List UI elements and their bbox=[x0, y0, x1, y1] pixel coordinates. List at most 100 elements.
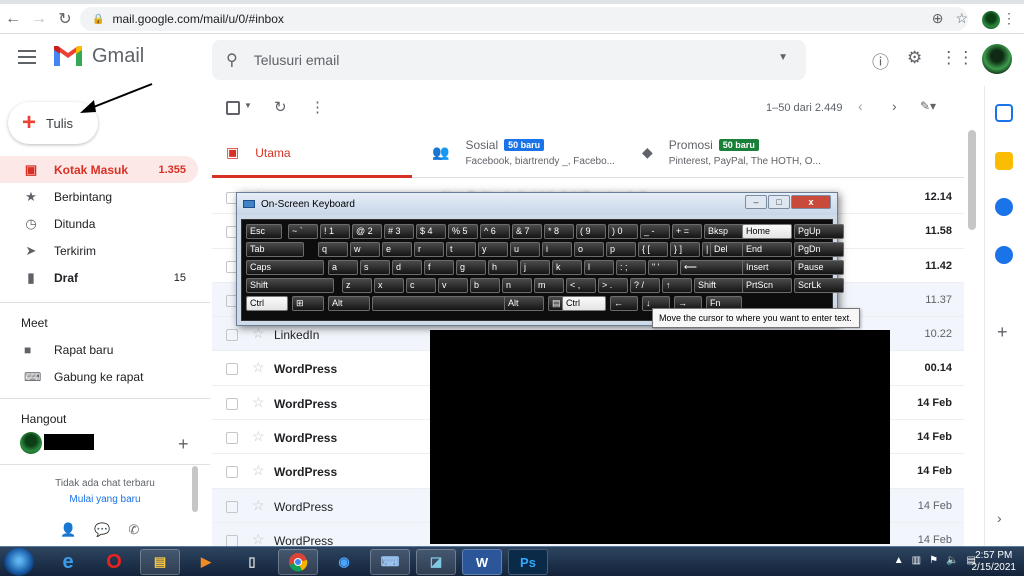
keyboard-key[interactable]: ↑ bbox=[662, 278, 692, 293]
select-all-checkbox[interactable] bbox=[226, 101, 240, 115]
forward-icon[interactable]: → bbox=[26, 6, 52, 32]
keyboard-key[interactable]: Insert bbox=[742, 260, 792, 275]
keyboard-key[interactable]: @ 2 bbox=[352, 224, 382, 239]
chromium-icon[interactable]: ◉ bbox=[324, 549, 364, 575]
keyboard-key[interactable]: PrtScn bbox=[742, 278, 792, 293]
row-checkbox[interactable] bbox=[226, 500, 238, 513]
star-icon[interactable]: ☆ bbox=[252, 428, 265, 445]
keyboard-key[interactable]: w bbox=[350, 242, 380, 257]
keyboard-key[interactable]: y bbox=[478, 242, 508, 257]
keyboard-key[interactable]: } ] bbox=[670, 242, 700, 257]
keyboard-key[interactable]: Alt bbox=[328, 296, 370, 311]
keyboard-key[interactable]: ~ ` bbox=[288, 224, 318, 239]
keyboard-key[interactable]: c bbox=[406, 278, 436, 293]
keyboard-key[interactable]: < , bbox=[566, 278, 596, 293]
keyboard-key[interactable]: Alt bbox=[504, 296, 544, 311]
start-button-icon[interactable] bbox=[4, 548, 34, 576]
sidebar-item-starred[interactable]: ★ Berbintang bbox=[0, 183, 198, 210]
keyboard-key[interactable]: + = bbox=[672, 224, 702, 239]
on-screen-keyboard-window[interactable]: On-Screen Keyboard – □ x Esc ~ `! 1 @ 2 # 3… bbox=[236, 192, 844, 326]
gmail-logo[interactable]: Gmail bbox=[52, 44, 144, 68]
photoshop-icon[interactable]: Ps bbox=[508, 549, 548, 575]
keyboard-key[interactable]: ? / bbox=[630, 278, 660, 293]
show-hidden-icons-icon[interactable]: ▲ bbox=[894, 555, 904, 566]
keyboard-key[interactable]: Shift bbox=[694, 278, 748, 293]
keyboard-key[interactable]: a bbox=[328, 260, 358, 275]
expand-panel-chevron-icon[interactable]: › bbox=[997, 510, 1002, 526]
browser-profile-avatar[interactable] bbox=[982, 11, 1000, 29]
add-addon-plus-icon[interactable]: + bbox=[997, 322, 1008, 343]
keyboard-key[interactable]: i bbox=[542, 242, 572, 257]
tab-promotions[interactable]: ◆ Promosi 50 baru Pinterest, PayPal, The … bbox=[642, 130, 842, 178]
keyboard-key[interactable]: > . bbox=[598, 278, 628, 293]
keyboard-key[interactable]: { [ bbox=[638, 242, 668, 257]
keyboard-key[interactable]: " ' bbox=[648, 260, 678, 275]
keyboard-key[interactable]: Ctrl bbox=[246, 296, 288, 311]
tasks-icon[interactable] bbox=[995, 198, 1013, 216]
keyboard-key[interactable]: u bbox=[510, 242, 540, 257]
keyboard-key[interactable]: Pause bbox=[794, 260, 844, 275]
row-checkbox[interactable] bbox=[226, 329, 238, 342]
keyboard-key[interactable]: ScrLk bbox=[794, 278, 844, 293]
chat-bubble-icon[interactable]: 💬 bbox=[94, 522, 110, 538]
select-options-caret-icon[interactable]: ▼ bbox=[244, 101, 252, 110]
keyboard-key[interactable]: _ - bbox=[640, 224, 670, 239]
keyboard-key[interactable]: s bbox=[360, 260, 390, 275]
keyboard-key[interactable]: ⊞ bbox=[292, 296, 324, 311]
keyboard-key[interactable]: ← bbox=[610, 296, 638, 311]
keyboard-key[interactable]: * 8 bbox=[544, 224, 574, 239]
sidebar-item-sent[interactable]: ➤ Terkirim bbox=[0, 237, 198, 264]
person-icon[interactable]: 👤 bbox=[60, 522, 76, 538]
keyboard-key[interactable]: t bbox=[446, 242, 476, 257]
keyboard-key[interactable]: PgUp bbox=[794, 224, 844, 239]
main-scrollbar[interactable] bbox=[968, 130, 976, 230]
keyboard-key[interactable]: Shift bbox=[246, 278, 334, 293]
keyboard-key[interactable]: d bbox=[392, 260, 422, 275]
zoom-icon[interactable]: ⊕ bbox=[932, 10, 944, 27]
star-icon[interactable]: ☆ bbox=[252, 359, 265, 376]
keyboard-key[interactable]: z bbox=[342, 278, 372, 293]
star-icon[interactable]: ☆ bbox=[252, 497, 265, 514]
search-bar[interactable]: ⚲ Telusuri email ▼ bbox=[212, 40, 806, 80]
apps-grid-icon[interactable]: ⋮⋮ bbox=[940, 48, 974, 73]
keyboard-key[interactable]: ( 9 bbox=[576, 224, 606, 239]
bookmark-star-icon[interactable]: ☆ bbox=[955, 10, 968, 27]
keyboard-key[interactable]: End bbox=[742, 242, 792, 257]
row-checkbox[interactable] bbox=[226, 363, 238, 376]
contacts-icon[interactable] bbox=[995, 246, 1013, 264]
join-meeting-button[interactable]: ⌨ Gabung ke rapat bbox=[24, 370, 143, 384]
close-icon[interactable]: x bbox=[791, 195, 831, 209]
keyboard-key[interactable]: $ 4 bbox=[416, 224, 446, 239]
refresh-icon[interactable]: ↻ bbox=[274, 98, 287, 116]
maximize-icon[interactable]: □ bbox=[768, 195, 790, 209]
keyboard-key[interactable]: x bbox=[374, 278, 404, 293]
keyboard-key[interactable]: b bbox=[470, 278, 500, 293]
clock[interactable]: 2:57 PM 2/15/2021 bbox=[972, 550, 1017, 574]
keyboard-key[interactable]: Esc bbox=[246, 224, 282, 239]
row-checkbox[interactable] bbox=[226, 466, 238, 479]
account-avatar[interactable] bbox=[982, 44, 1012, 74]
flag-icon[interactable]: ⚑ bbox=[929, 555, 938, 566]
keyboard-key[interactable]: ^ 6 bbox=[480, 224, 510, 239]
snipping-tool-icon[interactable]: ◪ bbox=[416, 549, 456, 575]
new-meeting-button[interactable]: ■ Rapat baru bbox=[24, 343, 113, 357]
sidebar-item-snoozed[interactable]: ◷ Ditunda bbox=[0, 210, 198, 237]
star-icon[interactable]: ☆ bbox=[252, 462, 265, 479]
new-chat-plus-icon[interactable]: + bbox=[178, 434, 189, 455]
internet-explorer-icon[interactable]: e bbox=[48, 549, 88, 575]
keyboard-key[interactable]: Home bbox=[742, 224, 792, 239]
start-new-chat-link[interactable]: Mulai yang baru bbox=[30, 492, 180, 508]
calendar-icon[interactable] bbox=[995, 104, 1013, 122]
keyboard-key[interactable]: Ctrl bbox=[562, 296, 606, 311]
media-player-icon[interactable]: ▶ bbox=[186, 549, 226, 575]
keyboard-key[interactable]: & 7 bbox=[512, 224, 542, 239]
notepad-icon[interactable]: ▯ bbox=[232, 549, 272, 575]
tab-primary[interactable]: ▣ Utama bbox=[212, 130, 412, 178]
keyboard-key[interactable]: Caps bbox=[246, 260, 324, 275]
minimize-icon[interactable]: – bbox=[745, 195, 767, 209]
tab-social[interactable]: 👥 Sosial 50 baru Facebook, biartrendy _, … bbox=[432, 130, 632, 178]
keyboard-key[interactable]: q bbox=[318, 242, 348, 257]
reload-icon[interactable]: ↻ bbox=[52, 6, 78, 32]
chrome-icon[interactable] bbox=[278, 549, 318, 575]
file-explorer-icon[interactable]: ▤ bbox=[140, 549, 180, 575]
